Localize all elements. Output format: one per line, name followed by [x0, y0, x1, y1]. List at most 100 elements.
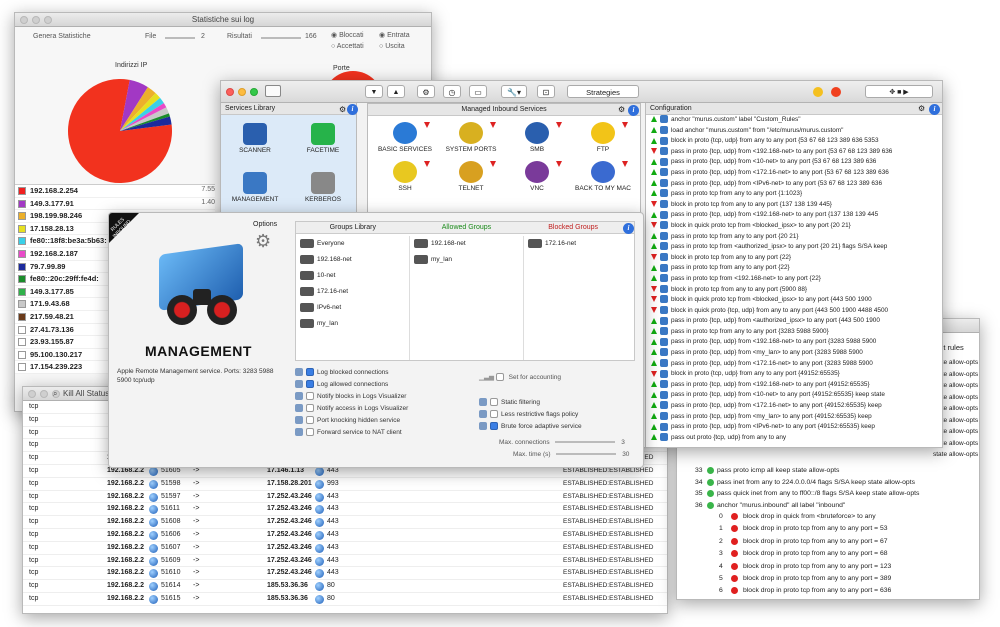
service-library-item[interactable]: MANAGEMENT	[221, 172, 289, 215]
connection-row[interactable]: tcp 192.168.2.2 51615 -> 185.53.36.36 80 ESTAB…	[23, 593, 667, 606]
group-library-item[interactable]: Everyone	[296, 236, 409, 252]
config-rule-line[interactable]: pass in proto tcp from <192.168-net> to …	[648, 274, 942, 285]
group-library-item[interactable]: 192.168-net	[296, 252, 409, 268]
strategies-button[interactable]: Strategies	[567, 85, 639, 98]
option-row[interactable]: Brute force adaptive service	[479, 421, 629, 433]
service-library-item[interactable]: SCANNER	[221, 123, 289, 166]
connection-row[interactable]: tcp 192.168.2.2 51606 -> 17.252.43.246 443 EST…	[23, 529, 667, 542]
radio-accepted[interactable]: ○ Accettati	[331, 43, 364, 50]
managed-settings-icon[interactable]: ⚙	[618, 104, 625, 116]
config-rule-line[interactable]: pass in proto {tcp, udp} from <172.16-ne…	[648, 168, 942, 179]
config-rule-line[interactable]: pass in proto {tcp, udp} from <192.168-n…	[648, 210, 942, 221]
connection-row[interactable]: tcp 192.168.2.2 51608 -> 17.252.43.246 443 EST…	[23, 516, 667, 529]
monitor-button[interactable]: ▭	[469, 85, 487, 98]
connection-row[interactable]: tcp 192.168.2.2 51611 -> 17.252.43.246 443 EST…	[23, 503, 667, 517]
option-row[interactable]: Less restrictive flags policy	[479, 409, 629, 421]
accounting-option[interactable]: ▁▃▅ Set for accounting	[479, 373, 561, 382]
wrench-button[interactable]: 🔧▾	[501, 85, 527, 98]
option-checkbox[interactable]	[490, 422, 498, 431]
zoom-button[interactable]	[44, 16, 52, 24]
config-rule-line[interactable]: block in proto tcp from any to any port …	[648, 284, 942, 296]
config-rule-line[interactable]: block in quick proto tcp from <blocked_i…	[648, 221, 942, 232]
accounting-checkbox[interactable]	[495, 373, 504, 382]
managed-info-icon[interactable]: i	[628, 105, 639, 116]
managed-service-item[interactable]: SSH	[372, 161, 438, 192]
config-rule-line[interactable]: pass in proto tcp from <authorized_ipsx>…	[648, 242, 942, 253]
config-rule-line[interactable]: block in proto {tcp, udp} from any to an…	[648, 369, 942, 380]
config-rule-line[interactable]: block in proto tcp from any to any port …	[648, 200, 942, 211]
config-rule-line[interactable]: pass in proto {tcp, udp} from <IPv6-net>…	[648, 422, 942, 433]
config-rule-line[interactable]: block in quick proto tcp from <blocked_i…	[648, 295, 942, 306]
config-info-icon[interactable]: i	[929, 104, 940, 115]
config-rule-line[interactable]: pass in proto {tcp, udp} from <172.16-ne…	[648, 401, 942, 412]
config-rule-line[interactable]: pass in proto {tcp, udp} from <172.16-ne…	[648, 358, 942, 370]
kill-close-button[interactable]	[28, 390, 36, 398]
minimize-button[interactable]	[32, 16, 40, 24]
config-rule-line[interactable]: pass in proto {tcp, udp} from <10-net> t…	[648, 157, 942, 168]
option-row[interactable]: Notify access in Logs Visualizer	[295, 403, 475, 415]
connection-row[interactable]: tcp 192.168.2.2 51610 -> 17.252.43.246 443 EST…	[23, 567, 667, 581]
option-checkbox[interactable]	[306, 404, 314, 413]
option-row[interactable]: Notify blocks in Logs Visualizer	[295, 391, 475, 403]
radio-out[interactable]: ○ Uscita	[379, 43, 405, 50]
sub-rule[interactable]: 6 block drop in proto tcp from any to any…	[677, 585, 979, 597]
managed-service-item[interactable]: TELNET	[438, 161, 504, 192]
config-rule-line[interactable]: pass in proto {tcp, udp} from <192.168-n…	[648, 147, 942, 158]
managed-service-item[interactable]: FTP	[570, 122, 636, 153]
connection-row[interactable]: tcp 192.168.2.2 51614 -> 185.53.36.36 80 ESTAB…	[23, 580, 667, 593]
service-library-item[interactable]: KERBEROS	[289, 172, 357, 215]
option-checkbox[interactable]	[306, 380, 314, 389]
main-minimize-button[interactable]	[238, 88, 246, 96]
export-button[interactable]: ⊡	[537, 85, 555, 98]
config-rule-line[interactable]: anchor "murus.custom" label "Custom_Rule…	[648, 115, 942, 126]
managed-service-item[interactable]: BACK TO MY MAC	[570, 161, 636, 192]
config-rule-line[interactable]: block in proto {tcp, udp} from any to an…	[648, 136, 942, 147]
sub-rule[interactable]: 5 block drop in proto tcp from any to any…	[677, 573, 979, 585]
kill-minimize-button[interactable]	[40, 390, 48, 398]
sub-rule[interactable]: 2 block drop in proto tcp from any to any…	[677, 536, 979, 548]
max-time-slider[interactable]	[556, 453, 617, 456]
option-row[interactable]: Log allowed connections	[295, 379, 475, 391]
arrow-down-button[interactable]: ▼	[365, 85, 383, 98]
config-rule-line[interactable]: pass in proto {tcp, udp} from <my_lan> t…	[648, 348, 942, 359]
config-rule-line[interactable]: block in proto tcp from any to any port …	[648, 253, 942, 264]
sub-rule[interactable]: 1 block drop in proto tcp from any to any…	[677, 523, 979, 535]
file-slider[interactable]	[165, 37, 195, 39]
playback-controls[interactable]: ✥ ■ ▶	[865, 85, 933, 98]
allowed-group-item[interactable]: my_lan	[410, 252, 523, 268]
arrow-up-button[interactable]: ▲	[387, 85, 405, 98]
connection-row[interactable]: tcp 192.168.2.2 51609 -> 17.252.43.246 443 EST…	[23, 555, 667, 568]
config-rule-line[interactable]: pass in proto {tcp, udp} from <10-net> t…	[648, 390, 942, 401]
blocked-group-item[interactable]: 172.16-net	[524, 236, 634, 252]
config-settings-icon[interactable]: ⚙	[918, 103, 925, 115]
services-settings-icon[interactable]: ⚙	[339, 104, 346, 116]
sub-rule[interactable]: 0 block drop in quick from <bruteforce> t…	[677, 511, 979, 523]
radio-in[interactable]: ◉ Entrata	[379, 31, 410, 39]
sub-rule[interactable]: 4 block drop in proto tcp from any to any…	[677, 561, 979, 573]
main-close-button[interactable]	[226, 88, 234, 96]
numbered-rule[interactable]: 35 pass quick inet from any to ff00::/8 f…	[677, 488, 979, 500]
sidebar-toggle-icon[interactable]	[265, 85, 281, 97]
close-button[interactable]	[20, 16, 28, 24]
config-rule-line[interactable]: pass in proto {tcp, udp} from <my_lan> t…	[648, 411, 942, 423]
connection-row[interactable]: tcp 192.168.2.2 51597 -> 17.252.43.246 443 EST…	[23, 491, 667, 504]
config-rule-line[interactable]: pass in proto {tcp, udp} from <192.168-n…	[648, 337, 942, 348]
managed-service-item[interactable]: SYSTEM PORTS	[438, 122, 504, 153]
config-rule-line[interactable]: load anchor "murus.custom" from "/etc/mu…	[648, 125, 942, 137]
option-row[interactable]: Log blocked connections	[295, 367, 475, 379]
sub-rule[interactable]: 7 block drop in proto tcp from any to any…	[677, 598, 979, 599]
option-checkbox[interactable]	[306, 428, 314, 437]
max-connections-slider[interactable]	[555, 441, 616, 444]
connection-row[interactable]: tcp 192.168.2.2 51598 -> 17.158.28.201 993 EST…	[23, 478, 667, 491]
service-library-item[interactable]: FACETIME	[289, 123, 357, 166]
group-library-item[interactable]: my_lan	[296, 316, 409, 332]
config-rule-line[interactable]: pass in proto {tcp, udp} from <192.168-n…	[648, 380, 942, 391]
connection-row[interactable]: tcp 192.168.2.2 51607 -> 17.252.43.246 443 EST…	[23, 542, 667, 555]
option-checkbox[interactable]	[306, 416, 314, 425]
option-checkbox[interactable]	[306, 368, 314, 377]
numbered-rule[interactable]: 33 pass proto icmp all keep state allow-o…	[677, 465, 979, 477]
group-library-item[interactable]: IPv6-net	[296, 300, 409, 316]
config-rule-line[interactable]: pass in proto tcp from any to any port {…	[648, 263, 942, 274]
option-checkbox[interactable]	[490, 398, 498, 407]
allowed-group-item[interactable]: 192.168-net	[410, 236, 523, 252]
